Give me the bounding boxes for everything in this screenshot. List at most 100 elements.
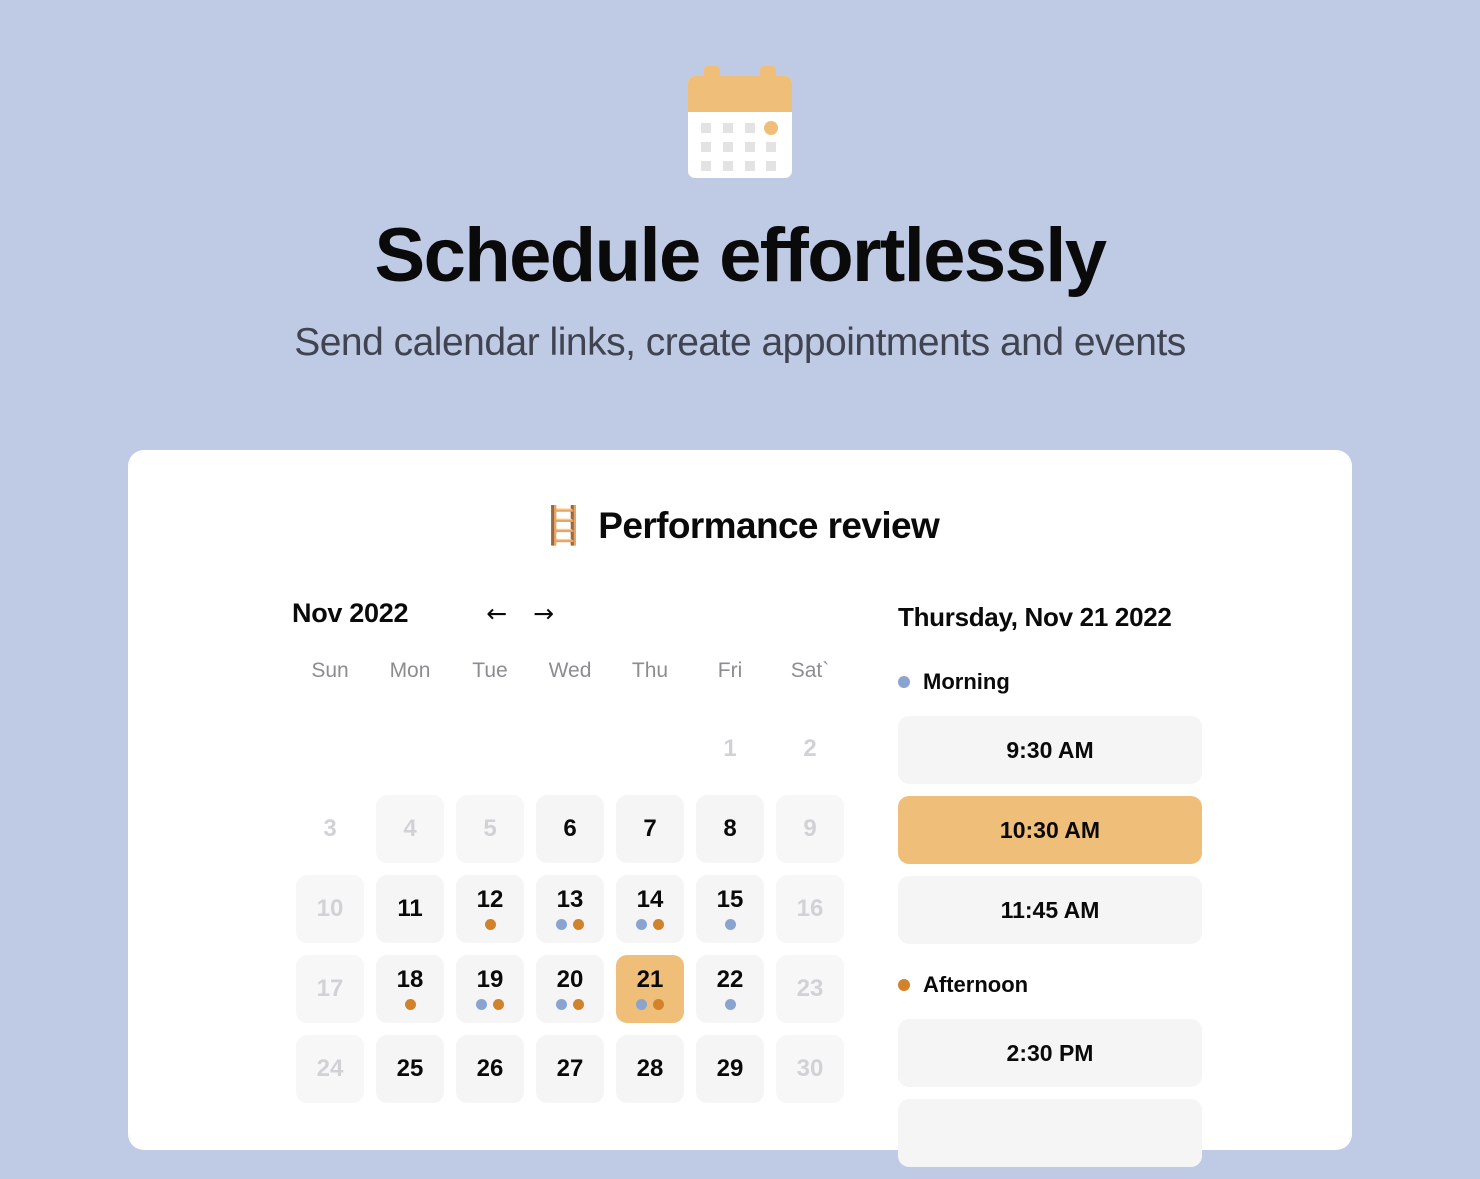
event-dots (476, 999, 504, 1010)
calendar-icon-cell (744, 123, 755, 133)
event-dots (724, 999, 736, 1010)
time-slot[interactable]: 11:45 AM (898, 876, 1202, 944)
calendar-day-number: 20 (556, 966, 584, 993)
calendar-day[interactable]: 15 (696, 875, 764, 943)
calendar-day: 1 (696, 715, 764, 783)
slot-group-header: Afternoon (898, 972, 1202, 998)
event-dot-blue (556, 919, 567, 930)
event-dot-orange (484, 919, 496, 930)
calendar-day-number: 24 (316, 1055, 344, 1082)
calendar-day-number: 11 (397, 895, 423, 922)
calendar-icon-cell (722, 161, 733, 171)
calendar-day[interactable]: 8 (696, 795, 764, 863)
calendar-day: 5 (456, 795, 524, 863)
calendar-icon-cell (744, 161, 755, 171)
scheduler-card: 🪜 Performance review Nov 2022 ← → Sun Mon T… (128, 450, 1352, 1167)
calendar-day-number: 14 (636, 886, 664, 913)
calendar-grid: 1 2 3 4 5 6 7 8 9 10 11 12 13 14 15 16 17 18 19 20 21 22 23 24 2… (290, 709, 850, 1109)
calendar-day-selected[interactable]: 21 (616, 955, 684, 1023)
calendar-day[interactable]: 7 (616, 795, 684, 863)
calendar-day-number: 15 (716, 886, 744, 913)
slot-groups: Morning 9:30 AM 10:30 AM 11:45 AM Afternoon 2… (898, 669, 1202, 1167)
calendar-day[interactable]: 25 (376, 1035, 444, 1103)
calendar-day: 10 (296, 875, 364, 943)
calendar-day[interactable]: 14 (616, 875, 684, 943)
calendar-day[interactable]: 27 (536, 1035, 604, 1103)
calendar-day[interactable]: 19 (456, 955, 524, 1023)
calendar-icon-cell (701, 161, 711, 171)
weekday-label: Wed (548, 659, 592, 682)
event-dot-orange (653, 919, 664, 930)
calendar-day-number: 19 (476, 966, 504, 993)
event-dot-orange (653, 999, 664, 1010)
time-slot-selected[interactable]: 10:30 AM (898, 796, 1202, 864)
weekday-label: Fri (717, 659, 743, 682)
event-dots (636, 999, 664, 1010)
page-subtitle: Send calendar links, create appointments… (294, 321, 1186, 364)
next-month-button[interactable]: → (533, 601, 554, 626)
ladder-icon: 🪜 (540, 505, 587, 546)
time-slot[interactable] (898, 1099, 1202, 1167)
calendar-day (456, 715, 524, 783)
calendar-icon-header (688, 76, 792, 112)
calendar-day-number: 10 (316, 895, 344, 922)
event-dot-orange (404, 999, 416, 1010)
calendar-day[interactable]: 26 (456, 1035, 524, 1103)
calendar-week-row: 3 4 5 6 7 8 9 (290, 789, 850, 869)
calendar-day: 24 (296, 1035, 364, 1103)
calendar-day[interactable]: 6 (536, 795, 604, 863)
calendar-day: 4 (376, 795, 444, 863)
calendar-widget: Nov 2022 ← → Sun Mon Tue Wed Thu Fri Sat` 1234… (290, 598, 850, 1179)
event-dot-blue (476, 999, 487, 1010)
time-slot[interactable]: 2:30 PM (898, 1019, 1202, 1087)
event-dot-blue (556, 999, 567, 1010)
calendar-day (296, 715, 364, 783)
calendar-day-number: 5 (483, 815, 497, 842)
calendar-day (616, 715, 684, 783)
card-title-text: Performance review (598, 505, 940, 546)
calendar-day-number: 25 (396, 1055, 424, 1082)
time-slots-panel: Thursday, Nov 21 2022 Morning 9:30 AM 10:3… (898, 598, 1202, 1179)
calendar-icon-body (688, 76, 792, 178)
slot-group-dot-blue (898, 676, 910, 688)
event-dots (484, 919, 496, 930)
calendar-day-number: 3 (323, 815, 337, 842)
calendar-day-number: 8 (723, 815, 737, 842)
event-dots (556, 919, 584, 930)
calendar-day-number: 28 (636, 1055, 664, 1082)
event-dot-blue (636, 919, 647, 930)
calendar-day[interactable]: 13 (536, 875, 604, 943)
calendar-day[interactable]: 12 (456, 875, 524, 943)
hero-section: Schedule effortlessly Send calendar link… (0, 0, 1480, 365)
page-title: Schedule effortlessly (374, 213, 1107, 298)
weekday-label: Sat` (790, 659, 830, 682)
weekday-label: Tue (472, 659, 508, 682)
calendar-day[interactable]: 18 (376, 955, 444, 1023)
calendar-day: 9 (776, 795, 844, 863)
calendar-day[interactable]: 22 (696, 955, 764, 1023)
slot-group-label: Afternoon (923, 972, 1029, 997)
calendar-icon (688, 66, 792, 178)
event-dot-blue (724, 919, 736, 930)
calendar-day[interactable]: 29 (696, 1035, 764, 1103)
calendar-day[interactable]: 11 (376, 875, 444, 943)
prev-month-button[interactable]: ← (486, 601, 507, 626)
calendar-day-number: 29 (716, 1055, 744, 1082)
weekday-header-row: Sun Mon Tue Wed Thu Fri Sat` (290, 659, 850, 709)
calendar-day: 2 (776, 715, 844, 783)
slot-group: Afternoon 2:30 PM (898, 972, 1202, 1167)
time-slot[interactable]: 9:30 AM (898, 716, 1202, 784)
calendar-day-number: 18 (396, 966, 424, 993)
calendar-day (536, 715, 604, 783)
event-dots (556, 999, 584, 1010)
calendar-day: 16 (776, 875, 844, 943)
calendar-day: 3 (296, 795, 364, 863)
calendar-day: 23 (776, 955, 844, 1023)
calendar-day[interactable]: 28 (616, 1035, 684, 1103)
weekday-label: Sun (311, 659, 349, 682)
calendar-week-row: 24 25 26 27 28 29 30 (290, 1029, 850, 1109)
calendar-day-number: 30 (796, 1055, 824, 1082)
calendar-toolbar: Nov 2022 ← → (290, 598, 850, 629)
calendar-icon-grid (688, 112, 792, 172)
calendar-day[interactable]: 20 (536, 955, 604, 1023)
